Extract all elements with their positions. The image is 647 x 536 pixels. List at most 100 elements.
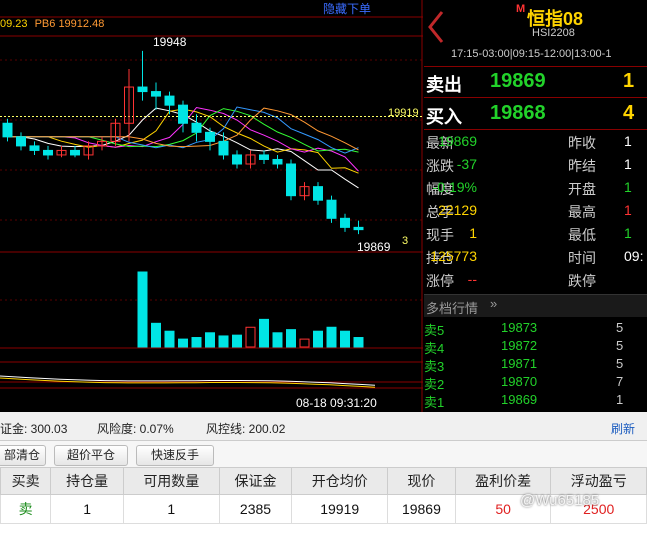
quote-label: 昨收 <box>568 135 596 151</box>
book-row[interactable]: 卖5 19873 5 <box>424 320 647 338</box>
quote-value: 1 <box>624 156 632 172</box>
quote-value: 1 <box>469 225 477 241</box>
kline-chart[interactable]: 09.23 PB6 19912.48 隐藏下单 19948 19869 1991… <box>0 0 423 412</box>
ma-legend-pb6: PB6 19912.48 <box>34 18 105 30</box>
quote-label: 昨结 <box>568 158 596 174</box>
quote-row: 涨停 -- 跌停 <box>424 271 647 294</box>
right-tick-label: 3 <box>402 235 409 247</box>
column-header[interactable]: 买卖 <box>0 467 52 495</box>
quote-label: 开盘 <box>568 181 596 197</box>
kline-svg[interactable] <box>0 0 423 412</box>
buy-price: 19868 <box>490 102 546 124</box>
table-cell: 19919 <box>291 494 388 524</box>
sell-qty: 1 <box>623 70 635 92</box>
quick-reverse-button[interactable]: 快速反手 <box>136 445 214 466</box>
volume-bar <box>299 338 310 348</box>
volume-bar <box>245 326 256 348</box>
book-label: 卖1 <box>424 395 445 410</box>
table-cell: 1 <box>50 494 125 524</box>
depth-title: 多档行情 <box>426 301 479 316</box>
sell-price: 19869 <box>490 70 546 92</box>
candle-body <box>151 91 161 97</box>
candle-body <box>16 136 26 147</box>
book-price: 19873 <box>501 320 538 335</box>
quote-label: 涨停 <box>426 273 454 289</box>
volume-bar <box>313 330 323 348</box>
sell-row[interactable]: 卖出 19869 1 <box>424 67 647 98</box>
candle-body <box>164 95 175 106</box>
ma-legend: 09.23 PB6 19912.48 <box>0 18 104 30</box>
account-info-bar: 证金: 300.03 风险度: 0.07% 风控线: 200.02 刷新 <box>0 412 647 441</box>
book-label: 卖4 <box>424 341 445 356</box>
book-volume: 1 <box>616 392 624 407</box>
column-header[interactable]: 浮动盈亏 <box>550 467 647 495</box>
column-header[interactable]: 可用数量 <box>123 467 220 495</box>
instrument-code: HSI2208 <box>532 27 575 39</box>
quote-value: 1 <box>624 202 632 218</box>
quote-label: 时间 <box>568 250 596 266</box>
quote-row: 总手 22129 最高 1 <box>424 202 647 225</box>
depth-header[interactable]: 多档行情 » <box>424 294 647 317</box>
refresh-button[interactable]: 刷新 <box>611 420 635 437</box>
risk-text: 风险度: 0.07% <box>97 422 174 436</box>
table-cell: 19869 <box>386 494 456 524</box>
book-price: 19872 <box>501 338 538 353</box>
book-row[interactable]: 卖4 19872 5 <box>424 338 647 356</box>
chevron-down-icon[interactable]: » <box>490 296 497 311</box>
book-price: 19869 <box>501 392 538 407</box>
action-bar: 部清仓 超价平仓 快速反手 <box>0 441 647 467</box>
volume-bar <box>353 337 364 348</box>
quote-value: 19869 <box>438 133 477 149</box>
candle-body <box>286 163 296 197</box>
buy-label: 买入 <box>426 107 462 127</box>
quote-value: -0.19% <box>432 179 477 195</box>
column-header[interactable]: 现价 <box>386 467 456 495</box>
candle-body <box>43 149 53 156</box>
quote-value: -- <box>467 271 477 287</box>
hide-order-link[interactable]: 隐藏下单 <box>323 0 371 17</box>
candle-body <box>137 86 148 93</box>
candle-body <box>259 154 269 160</box>
volume-bar <box>151 322 161 348</box>
close-all-button[interactable]: 部清仓 <box>0 445 46 466</box>
column-header[interactable]: 保证金 <box>218 467 293 495</box>
volume-bar <box>164 330 175 348</box>
peak-price-label: 19948 <box>153 35 187 49</box>
super-close-button[interactable]: 超价平仓 <box>54 445 128 466</box>
quote-value: -37 <box>456 156 477 172</box>
table-cell: 1 <box>123 494 220 524</box>
book-volume: 5 <box>616 356 624 371</box>
back-arrow-icon[interactable] <box>426 8 446 46</box>
column-header[interactable]: 盈利价差 <box>454 467 552 495</box>
column-header[interactable]: 开仓均价 <box>291 467 388 495</box>
quote-value: 22129 <box>438 202 477 218</box>
quote-row: 持仓 125773 时间 09: <box>424 248 647 271</box>
book-label: 卖3 <box>424 359 445 374</box>
candle-body <box>29 145 40 151</box>
book-price: 19871 <box>501 356 538 371</box>
quote-label: 跌停 <box>568 273 596 289</box>
candle-body <box>353 226 364 231</box>
book-label: 卖5 <box>424 323 445 338</box>
book-row[interactable]: 卖3 19871 5 <box>424 356 647 374</box>
quote-value: 1 <box>624 133 632 149</box>
table-cell: 2385 <box>218 494 293 524</box>
quote-row: 幅度 -0.19% 开盘 1 <box>424 179 647 202</box>
quote-row: 涨跌 -37 昨结 1 <box>424 156 647 179</box>
book-price: 19870 <box>501 374 538 389</box>
book-row[interactable]: 卖1 19869 1 <box>424 392 647 410</box>
candle-body <box>232 154 242 165</box>
volume-bar <box>137 271 148 348</box>
last-price-label: 19869 <box>357 240 391 254</box>
candle-body <box>272 158 283 165</box>
column-header[interactable]: 持仓量 <box>50 467 125 495</box>
margin-text: 证金: 300.03 <box>0 422 68 436</box>
candle-body <box>313 186 323 201</box>
quote-panel: M 恒指08 HSI2208 17:15-03:00|09:15-12:00|1… <box>424 0 647 412</box>
candle-body <box>218 140 229 156</box>
quote-label: 现手 <box>426 227 454 243</box>
buy-row[interactable]: 买入 19868 4 <box>424 99 647 130</box>
volume-bar <box>340 330 350 348</box>
book-row[interactable]: 卖2 19870 7 <box>424 374 647 392</box>
control-text: 风控线: 200.02 <box>206 422 286 436</box>
